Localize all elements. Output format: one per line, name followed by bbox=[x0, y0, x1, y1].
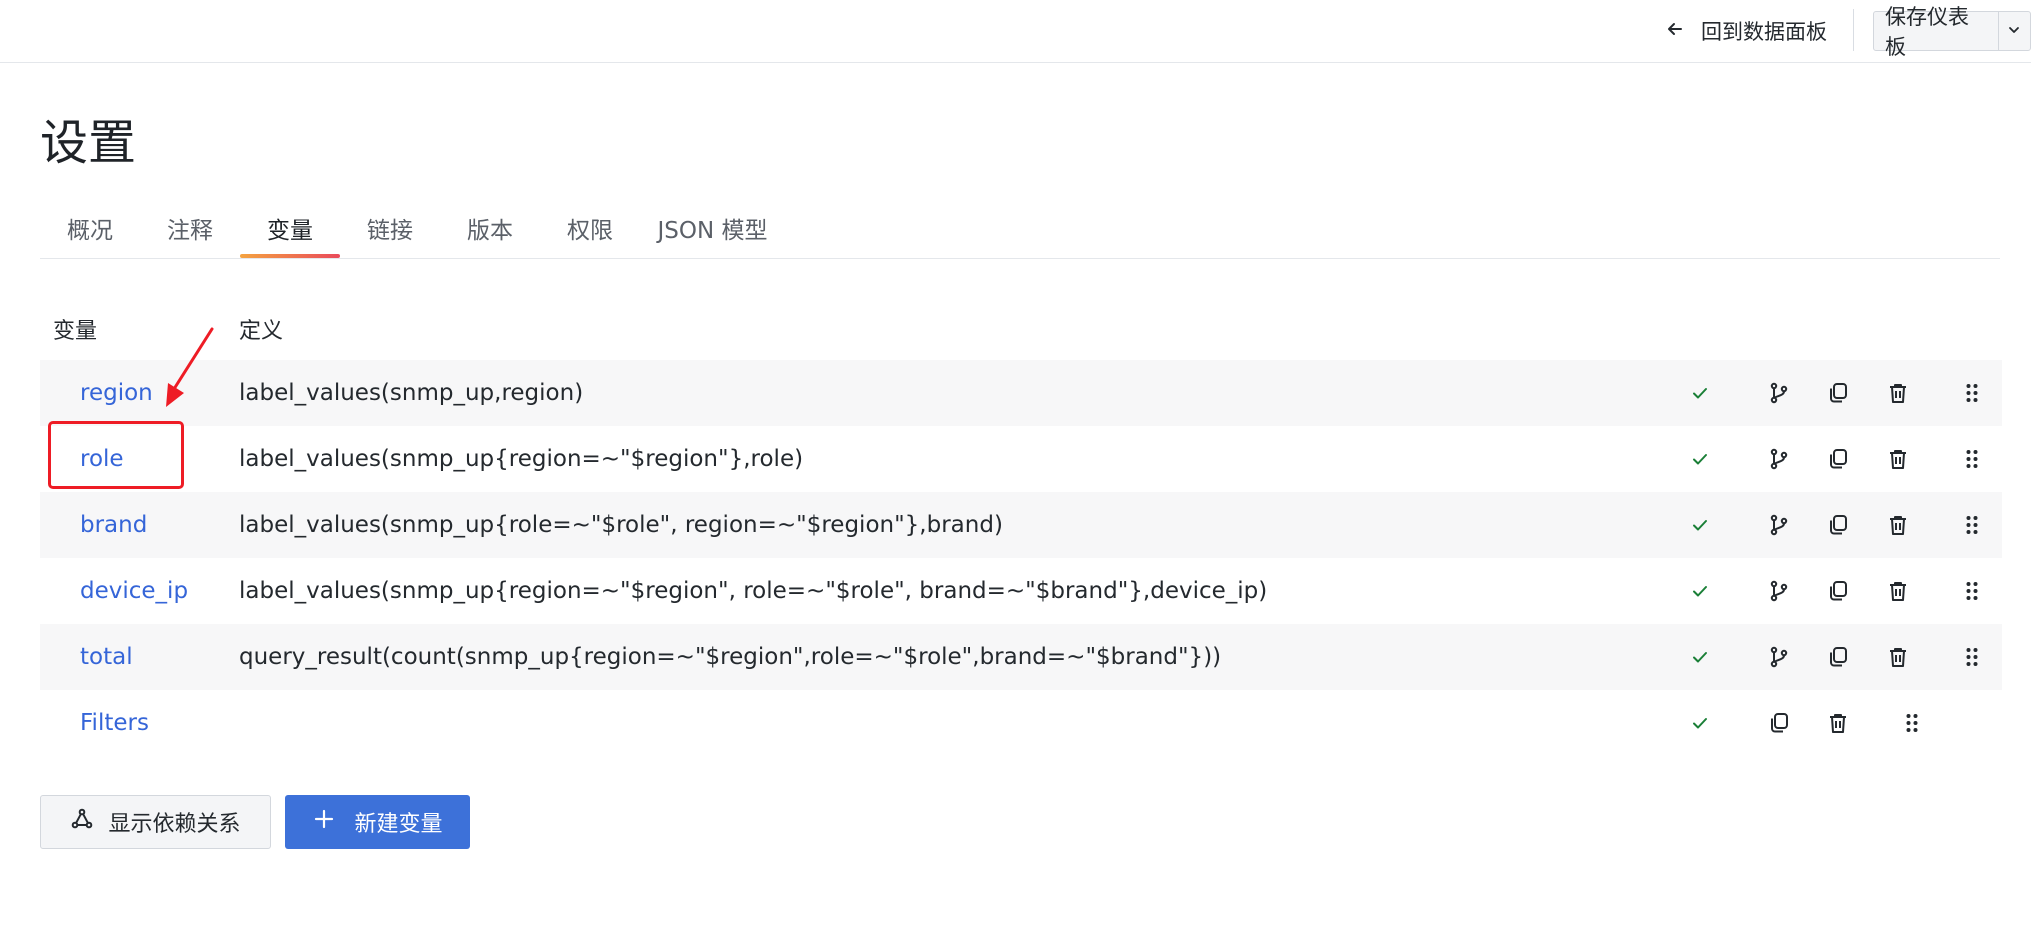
save-dashboard-group: 保存仪表板 bbox=[1873, 5, 2031, 59]
save-options-dropdown[interactable] bbox=[1997, 12, 2030, 50]
show-dependencies-label: 显示依赖关系 bbox=[108, 812, 241, 837]
variable-definition: label_values(snmp_up{region=~"$region"},… bbox=[239, 446, 804, 472]
drag-handle-icon[interactable] bbox=[1958, 445, 1986, 473]
copy-icon[interactable] bbox=[1824, 445, 1852, 473]
back-to-dashboard-label: 回到数据面板 bbox=[1701, 20, 1827, 44]
tab-variables[interactable]: 变量 bbox=[240, 200, 340, 258]
variable-name-link[interactable]: region bbox=[80, 360, 153, 426]
tab-label: 变量 bbox=[267, 218, 313, 244]
variable-row: total query_result(count(snmp_up{region=… bbox=[40, 624, 2002, 690]
variable-name-link[interactable]: brand bbox=[80, 492, 147, 558]
check-icon bbox=[1686, 643, 1714, 671]
top-toolbar: 回到数据面板 保存仪表板 bbox=[0, 0, 2031, 63]
drag-handle-icon[interactable] bbox=[1958, 511, 1986, 539]
show-dependencies-button[interactable]: 显示依赖关系 bbox=[40, 795, 271, 849]
copy-icon[interactable] bbox=[1824, 643, 1852, 671]
variable-definition: label_values(snmp_up{role=~"$role", regi… bbox=[239, 512, 1003, 538]
variable-row: brand label_values(snmp_up{role=~"$role"… bbox=[40, 492, 2002, 558]
arrow-left-icon bbox=[1665, 19, 1685, 43]
copy-icon[interactable] bbox=[1824, 511, 1852, 539]
chevron-down-icon bbox=[2007, 22, 2021, 41]
tab-overview[interactable]: 概况 bbox=[40, 200, 140, 258]
plus-icon bbox=[312, 807, 336, 837]
variable-definition: label_values(snmp_up{region=~"$region", … bbox=[239, 578, 1268, 604]
tab-versions[interactable]: 版本 bbox=[440, 200, 540, 258]
code-branch-icon[interactable] bbox=[1765, 511, 1793, 539]
variable-row: Filters bbox=[40, 690, 2002, 756]
drag-handle-icon[interactable] bbox=[1898, 709, 1926, 737]
trash-icon[interactable] bbox=[1884, 511, 1912, 539]
graph-nodes-icon bbox=[70, 807, 94, 837]
new-variable-button[interactable]: 新建变量 bbox=[285, 795, 470, 849]
tab-permissions[interactable]: 权限 bbox=[540, 200, 640, 258]
code-branch-icon[interactable] bbox=[1765, 643, 1793, 671]
variable-row: region label_values(snmp_up,region) bbox=[40, 360, 2002, 426]
tab-annotations[interactable]: 注释 bbox=[140, 200, 240, 258]
check-icon bbox=[1686, 577, 1714, 605]
save-dashboard-button[interactable]: 保存仪表板 bbox=[1874, 5, 1998, 59]
drag-handle-icon[interactable] bbox=[1958, 643, 1986, 671]
column-header-variable: 变量 bbox=[53, 319, 98, 344]
new-variable-label: 新建变量 bbox=[354, 812, 443, 837]
variable-name-link[interactable]: Filters bbox=[80, 690, 149, 756]
trash-icon[interactable] bbox=[1884, 379, 1912, 407]
trash-icon[interactable] bbox=[1824, 709, 1852, 737]
trash-icon[interactable] bbox=[1884, 643, 1912, 671]
tab-links[interactable]: 链接 bbox=[340, 200, 440, 258]
variable-row: device_ip label_values(snmp_up{region=~"… bbox=[40, 558, 2002, 624]
code-branch-icon[interactable] bbox=[1765, 379, 1793, 407]
variable-definition: query_result(count(snmp_up{region=~"$reg… bbox=[239, 644, 1222, 670]
check-icon bbox=[1686, 445, 1714, 473]
trash-icon[interactable] bbox=[1884, 445, 1912, 473]
active-tab-indicator bbox=[240, 254, 340, 258]
trash-icon[interactable] bbox=[1884, 577, 1912, 605]
back-to-dashboard-button[interactable]: 回到数据面板 bbox=[1665, 13, 1827, 49]
tab-label: 注释 bbox=[167, 218, 213, 244]
annotation-arrow-icon bbox=[166, 327, 214, 407]
copy-icon[interactable] bbox=[1824, 379, 1852, 407]
drag-handle-icon[interactable] bbox=[1958, 577, 1986, 605]
column-header-definition: 定义 bbox=[239, 319, 284, 344]
tab-label: 链接 bbox=[367, 218, 413, 244]
check-icon bbox=[1686, 511, 1714, 539]
code-branch-icon[interactable] bbox=[1765, 577, 1793, 605]
tab-label: 版本 bbox=[467, 218, 513, 244]
variable-definition: label_values(snmp_up,region) bbox=[239, 380, 584, 406]
toolbar-divider bbox=[1853, 9, 1854, 51]
tab-label: JSON 模型 bbox=[657, 218, 768, 244]
settings-tabs: 概况 注释 变量 链接 版本 权限 JSON 模型 bbox=[40, 200, 2000, 259]
code-branch-icon[interactable] bbox=[1765, 445, 1793, 473]
check-icon bbox=[1686, 709, 1714, 737]
drag-handle-icon[interactable] bbox=[1958, 379, 1986, 407]
variable-name-link[interactable]: device_ip bbox=[80, 558, 188, 624]
copy-icon[interactable] bbox=[1824, 577, 1852, 605]
page-title: 设置 bbox=[40, 115, 137, 171]
variable-name-link[interactable]: total bbox=[80, 624, 133, 690]
tab-label: 权限 bbox=[567, 218, 613, 244]
check-icon bbox=[1686, 379, 1714, 407]
tab-json-model[interactable]: JSON 模型 bbox=[640, 200, 785, 258]
copy-icon[interactable] bbox=[1765, 709, 1793, 737]
annotation-highlight-box bbox=[48, 421, 184, 489]
tab-label: 概况 bbox=[67, 218, 113, 244]
variable-row: role label_values(snmp_up{region=~"$regi… bbox=[40, 426, 2002, 492]
